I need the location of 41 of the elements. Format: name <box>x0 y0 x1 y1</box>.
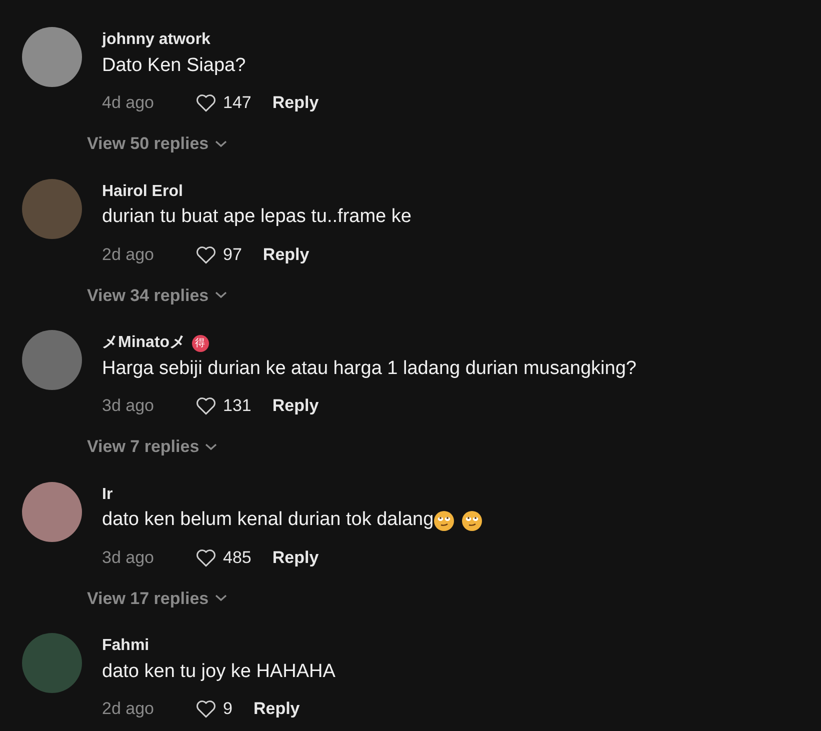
comment-text: Harga sebiji durian ke atau harga 1 ladang durian musangking? <box>102 356 636 381</box>
view-replies-link[interactable]: View 17 replies <box>87 586 227 611</box>
view-replies-link[interactable]: View 7 replies <box>87 434 218 460</box>
chevron-down-icon <box>214 140 227 148</box>
timestamp: 4d ago <box>102 92 155 114</box>
timestamp: 2d ago <box>102 244 155 266</box>
heart-icon <box>194 92 218 114</box>
badge: 得 <box>192 334 209 352</box>
username[interactable]: johnny atwork <box>102 28 210 52</box>
like-button[interactable]: 485 <box>194 544 252 570</box>
chevron-down-icon <box>205 442 218 451</box>
reply-button[interactable]: Reply <box>253 696 300 722</box>
comment-text: durian tu buat ape lepas tu..frame ke <box>102 205 412 230</box>
like-button[interactable]: 97 <box>194 242 242 268</box>
reply-button[interactable]: Reply <box>272 90 319 116</box>
chevron-down-icon <box>214 291 227 300</box>
comment-text: Dato Ken Siapa? <box>102 54 246 78</box>
like-button[interactable]: 131 <box>194 393 252 419</box>
heart-icon <box>194 395 218 417</box>
reply-button[interactable]: Reply <box>262 242 310 268</box>
heart-icon <box>194 546 218 568</box>
comment-text: dato ken belum kenal durian tok dalang <box>102 508 434 532</box>
view-replies-link[interactable]: View 50 replies <box>87 131 227 156</box>
view-replies-link[interactable]: View 34 replies <box>87 282 227 308</box>
heart-icon <box>194 244 218 266</box>
timestamp: 2d ago <box>102 698 155 720</box>
heart-icon <box>194 698 218 720</box>
emoji-icon <box>462 510 482 530</box>
timestamp: 3d ago <box>102 546 155 569</box>
reply-button[interactable]: Reply <box>272 393 319 419</box>
username[interactable]: Hairol Erol <box>102 180 183 204</box>
reply-button[interactable]: Reply <box>272 544 319 570</box>
like-button[interactable]: 147 <box>194 90 252 116</box>
like-button[interactable]: 9 <box>194 696 232 722</box>
emoji-icon <box>434 510 454 530</box>
username[interactable]: Fahmi <box>102 634 150 658</box>
comment-text: dato ken tu joy ke HAHAHA <box>102 660 336 684</box>
username[interactable]: メMinatoメ <box>102 331 186 355</box>
timestamp: 3d ago <box>102 395 155 418</box>
username[interactable]: Ir <box>102 482 113 506</box>
chevron-down-icon <box>214 594 227 602</box>
